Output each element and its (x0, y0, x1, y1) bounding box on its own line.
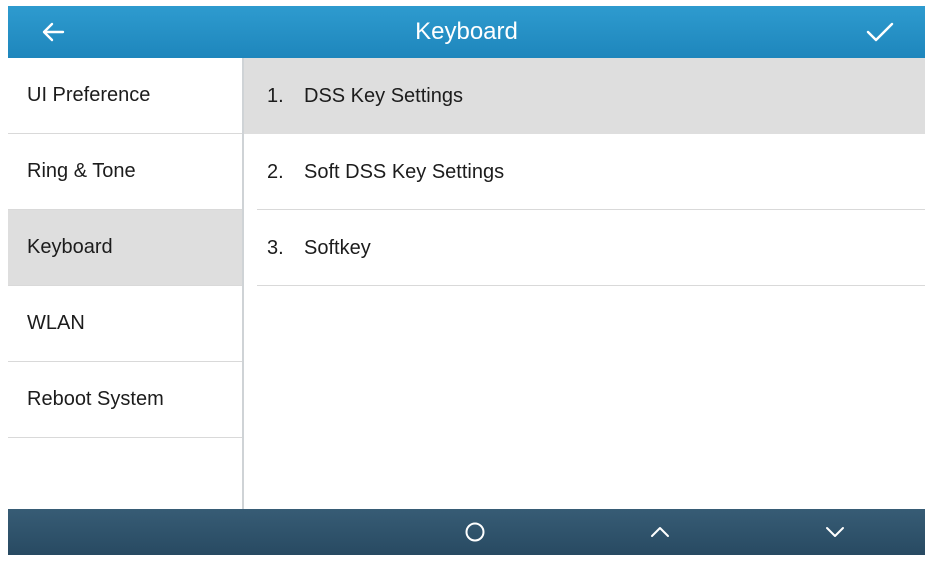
softkey-up[interactable] (570, 509, 750, 555)
back-button[interactable] (8, 6, 98, 58)
softkey-ok[interactable] (385, 509, 565, 555)
sidebar-item-label: Keyboard (27, 236, 113, 258)
page-title: Keyboard (415, 18, 518, 45)
softkey-bar (8, 509, 925, 555)
chevron-up-icon (651, 527, 669, 537)
sidebar-item-keyboard[interactable]: Keyboard (8, 210, 242, 286)
settings-sidebar: UI Preference Ring & Tone Keyboard WLAN … (8, 58, 244, 509)
sidebar-item-wlan[interactable]: WLAN (8, 286, 242, 362)
title-bar: Keyboard (8, 6, 925, 58)
sidebar-item-reboot-system[interactable]: Reboot System (8, 362, 242, 438)
confirm-button[interactable] (835, 6, 925, 58)
sidebar-item-label: WLAN (27, 312, 85, 334)
chevron-down-icon (826, 527, 844, 537)
phone-screen: Keyboard UI Preference Ring & Tone Keybo… (8, 6, 925, 555)
menu-list: 1. DSS Key Settings 2. Soft DSS Key Sett… (244, 58, 925, 509)
menu-item-number: 1. (267, 84, 284, 107)
softkey-1[interactable] (8, 509, 188, 555)
circle-icon (465, 522, 485, 542)
sidebar-item-label: Reboot System (27, 388, 164, 410)
sidebar-item-ui-preference[interactable]: UI Preference (8, 58, 242, 134)
menu-item-softkey[interactable]: 3. Softkey (244, 210, 925, 286)
sidebar-item-ring-tone[interactable]: Ring & Tone (8, 134, 242, 210)
menu-item-dss-key-settings[interactable]: 1. DSS Key Settings (244, 58, 925, 134)
sidebar-item-label: Ring & Tone (27, 160, 136, 182)
sidebar-item-label: UI Preference (27, 84, 151, 106)
softkey-down[interactable] (745, 509, 925, 555)
menu-item-number: 2. (267, 160, 284, 183)
row-divider (257, 285, 925, 286)
softkey-2[interactable] (191, 509, 371, 555)
menu-item-soft-dss-key-settings[interactable]: 2. Soft DSS Key Settings (244, 134, 925, 210)
checkmark-icon (866, 22, 894, 42)
menu-item-label: Soft DSS Key Settings (304, 160, 505, 183)
arrow-left-icon (42, 22, 65, 42)
menu-item-number: 3. (267, 236, 284, 259)
menu-item-label: Softkey (304, 236, 371, 259)
menu-item-label: DSS Key Settings (304, 84, 463, 107)
